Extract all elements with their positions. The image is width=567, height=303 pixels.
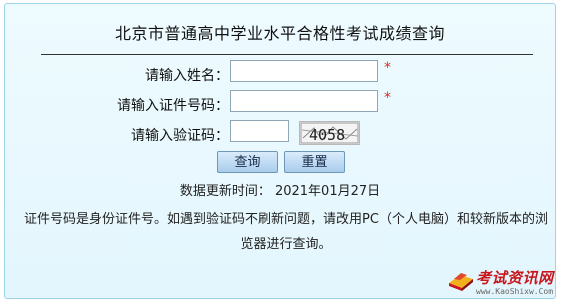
notice-text: 证件号码是身份证件号。如遇到验证码不刷新问题，请改用PC（个人电脑）和较新版本的…	[24, 212, 548, 252]
book-logo-icon	[449, 273, 473, 291]
site-watermark: 考试资讯网 www.KaoShixw.Com	[448, 267, 564, 299]
update-time: 数据更新时间： 2021年01月27日	[179, 184, 381, 199]
captcha-image[interactable]: 4058	[299, 121, 360, 145]
watermark-name: 考试资讯网	[476, 269, 554, 287]
id-number-input[interactable]	[230, 90, 378, 112]
page-title: 北京市普通高中学业水平合格性考试成绩查询	[114, 24, 445, 43]
name-required-mark: *	[384, 60, 391, 76]
title-divider	[41, 54, 533, 55]
captcha-noise: 4058	[300, 122, 359, 144]
query-panel: 北京市普通高中学业水平合格性考试成绩查询 请输入姓名： * 请输入证件号码： *…	[4, 3, 556, 299]
captcha-input[interactable]	[230, 120, 289, 142]
query-button[interactable]: 查询	[217, 151, 278, 173]
watermark-url: www.KaoShixw.Com	[476, 287, 554, 296]
captcha-label: 请输入验证码：	[131, 128, 229, 144]
name-label: 请输入姓名：	[145, 68, 229, 84]
id-label: 请输入证件号码：	[117, 98, 229, 114]
name-input[interactable]	[230, 60, 378, 82]
reset-button[interactable]: 重置	[284, 151, 345, 173]
captcha-text: 4058	[309, 126, 345, 144]
id-required-mark: *	[384, 90, 391, 106]
